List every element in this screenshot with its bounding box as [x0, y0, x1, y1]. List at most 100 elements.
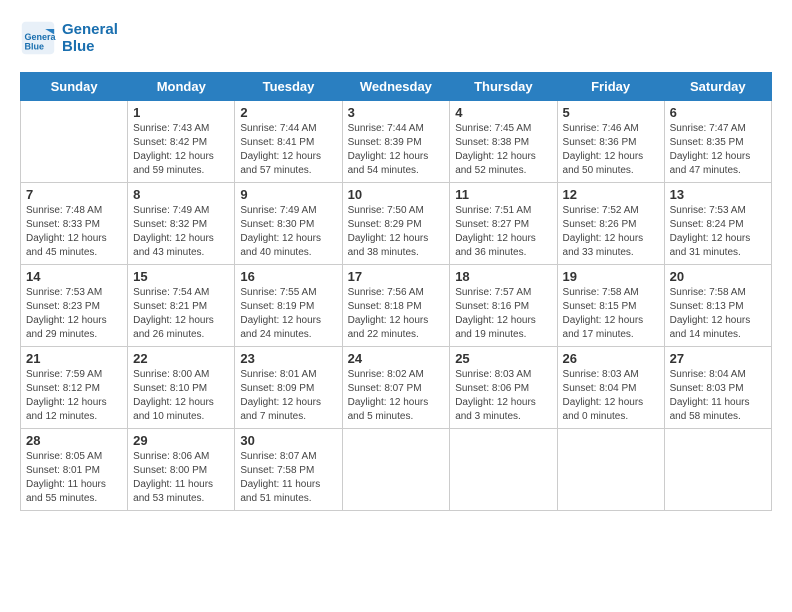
day-info-line: Daylight: 11 hours: [133, 478, 229, 492]
day-number: 6: [670, 105, 766, 120]
day-info-line: and 26 minutes.: [133, 328, 229, 342]
day-info-line: Sunset: 8:41 PM: [240, 136, 336, 150]
day-info-line: Daylight: 12 hours: [26, 232, 122, 246]
calendar-cell: 16Sunrise: 7:55 AMSunset: 8:19 PMDayligh…: [235, 265, 342, 347]
day-info-line: Daylight: 12 hours: [563, 396, 659, 410]
day-info-line: and 54 minutes.: [348, 164, 445, 178]
calendar-cell: 5 Sunrise: 7:46 AMSunset: 8:36 PMDaylight…: [557, 101, 664, 183]
day-number: 28: [26, 433, 122, 448]
calendar-cell: 17Sunrise: 7:56 AMSunset: 8:18 PMDayligh…: [342, 265, 450, 347]
day-info-line: Sunrise: 8:03 AM: [563, 368, 659, 382]
day-number: 4: [455, 105, 551, 120]
day-info-line: Sunset: 8:16 PM: [455, 300, 551, 314]
day-info-line: Sunrise: 7:46 AM: [563, 122, 659, 136]
day-header-sunday: Sunday: [21, 73, 128, 101]
week-row-5: 28 Sunrise: 8:05 AMSunset: 8:01 PM Dayligh…: [21, 429, 772, 511]
day-number: 11: [455, 187, 551, 202]
day-info-line: Daylight: 11 hours: [240, 478, 336, 492]
day-info-line: and 3 minutes.: [455, 410, 551, 424]
calendar-cell: 11Sunrise: 7:51 AMSunset: 8:27 PMDayligh…: [450, 183, 557, 265]
day-info-line: Sunset: 8:03 PM: [670, 382, 766, 396]
day-number: 30: [240, 433, 336, 448]
day-info-line: Sunrise: 8:05 AM: [26, 450, 122, 464]
day-info-line: Sunset: 8:24 PM: [670, 218, 766, 232]
day-info-line: and 57 minutes.: [240, 164, 336, 178]
day-info-line: Daylight: 11 hours: [670, 396, 766, 410]
week-row-2: 7Sunrise: 7:48 AMSunset: 8:33 PMDaylight…: [21, 183, 772, 265]
day-info-line: Daylight: 12 hours: [26, 396, 122, 410]
calendar-cell: 12Sunrise: 7:52 AMSunset: 8:26 PMDayligh…: [557, 183, 664, 265]
day-info-line: and 5 minutes.: [348, 410, 445, 424]
day-header-monday: Monday: [128, 73, 235, 101]
day-info-line: and 22 minutes.: [348, 328, 445, 342]
day-number: 25: [455, 351, 551, 366]
day-info-line: Sunset: 8:13 PM: [670, 300, 766, 314]
day-info-line: and 31 minutes.: [670, 246, 766, 260]
day-info-line: Sunrise: 7:52 AM: [563, 204, 659, 218]
day-info-line: Sunrise: 8:00 AM: [133, 368, 229, 382]
day-info-line: Sunset: 8:38 PM: [455, 136, 551, 150]
calendar-cell: [21, 101, 128, 183]
day-number: 15: [133, 269, 229, 284]
day-info-line: Daylight: 12 hours: [563, 314, 659, 328]
day-header-friday: Friday: [557, 73, 664, 101]
day-info-line: and 0 minutes.: [563, 410, 659, 424]
day-info-line: and 47 minutes.: [670, 164, 766, 178]
page-header: General Blue General Blue: [20, 20, 772, 56]
calendar-cell: [664, 429, 771, 511]
day-info-line: Sunrise: 7:58 AM: [670, 286, 766, 300]
calendar-cell: 1Sunrise: 7:43 AMSunset: 8:42 PMDaylight…: [128, 101, 235, 183]
calendar-cell: 14Sunrise: 7:53 AMSunset: 8:23 PMDayligh…: [21, 265, 128, 347]
day-number: 27: [670, 351, 766, 366]
day-info-line: Sunset: 8:32 PM: [133, 218, 229, 232]
day-info-line: Sunrise: 7:44 AM: [240, 122, 336, 136]
day-number: 24: [348, 351, 445, 366]
day-info-line: Daylight: 12 hours: [240, 150, 336, 164]
day-number: 8: [133, 187, 229, 202]
calendar-cell: 22Sunrise: 8:00 AMSunset: 8:10 PMDayligh…: [128, 347, 235, 429]
calendar-cell: 25Sunrise: 8:03 AMSunset: 8:06 PMDayligh…: [450, 347, 557, 429]
day-info-line: Sunrise: 7:49 AM: [133, 204, 229, 218]
day-number: 22: [133, 351, 229, 366]
day-info-line: and 40 minutes.: [240, 246, 336, 260]
day-info-line: Daylight: 12 hours: [348, 314, 445, 328]
calendar-cell: [450, 429, 557, 511]
svg-text:Blue: Blue: [25, 42, 45, 52]
day-header-saturday: Saturday: [664, 73, 771, 101]
day-info-line: Sunrise: 8:01 AM: [240, 368, 336, 382]
day-info-line: Sunrise: 8:04 AM: [670, 368, 766, 382]
day-info-line: and 51 minutes.: [240, 492, 336, 506]
day-info-line: Daylight: 12 hours: [348, 150, 445, 164]
day-info-line: Sunset: 8:26 PM: [563, 218, 659, 232]
day-number: 29: [133, 433, 229, 448]
day-info-line: and 10 minutes.: [133, 410, 229, 424]
day-info-line: Sunset: 8:19 PM: [240, 300, 336, 314]
day-info-line: Sunset: 8:01 PM: [26, 464, 122, 478]
day-info-line: Sunset: 8:36 PM: [563, 136, 659, 150]
day-info-line: Sunset: 8:21 PM: [133, 300, 229, 314]
calendar-cell: 15Sunrise: 7:54 AMSunset: 8:21 PMDayligh…: [128, 265, 235, 347]
calendar-cell: 3Sunrise: 7:44 AMSunset: 8:39 PMDaylight…: [342, 101, 450, 183]
day-info-line: Daylight: 12 hours: [670, 314, 766, 328]
week-row-3: 14Sunrise: 7:53 AMSunset: 8:23 PMDayligh…: [21, 265, 772, 347]
day-info-line: Sunrise: 7:44 AM: [348, 122, 445, 136]
day-number: 5: [563, 105, 659, 120]
day-number: 12: [563, 187, 659, 202]
day-info-line: Daylight: 12 hours: [26, 314, 122, 328]
day-info-line: Daylight: 12 hours: [240, 314, 336, 328]
calendar-cell: 10Sunrise: 7:50 AMSunset: 8:29 PMDayligh…: [342, 183, 450, 265]
calendar-cell: [557, 429, 664, 511]
day-info-line: Sunset: 8:33 PM: [26, 218, 122, 232]
day-info-line: Sunrise: 7:58 AM: [563, 286, 659, 300]
day-info-line: Sunrise: 7:57 AM: [455, 286, 551, 300]
day-number: 7: [26, 187, 122, 202]
day-info-line: Daylight: 12 hours: [563, 150, 659, 164]
day-info-line: Daylight: 12 hours: [455, 232, 551, 246]
day-info-line: Sunrise: 7:53 AM: [26, 286, 122, 300]
day-info-line: Sunrise: 7:48 AM: [26, 204, 122, 218]
day-info-line: and 50 minutes.: [563, 164, 659, 178]
day-info-line: Daylight: 12 hours: [348, 232, 445, 246]
day-number: 17: [348, 269, 445, 284]
day-info-line: Sunset: 8:42 PM: [133, 136, 229, 150]
calendar-cell: 9Sunrise: 7:49 AMSunset: 8:30 PMDaylight…: [235, 183, 342, 265]
